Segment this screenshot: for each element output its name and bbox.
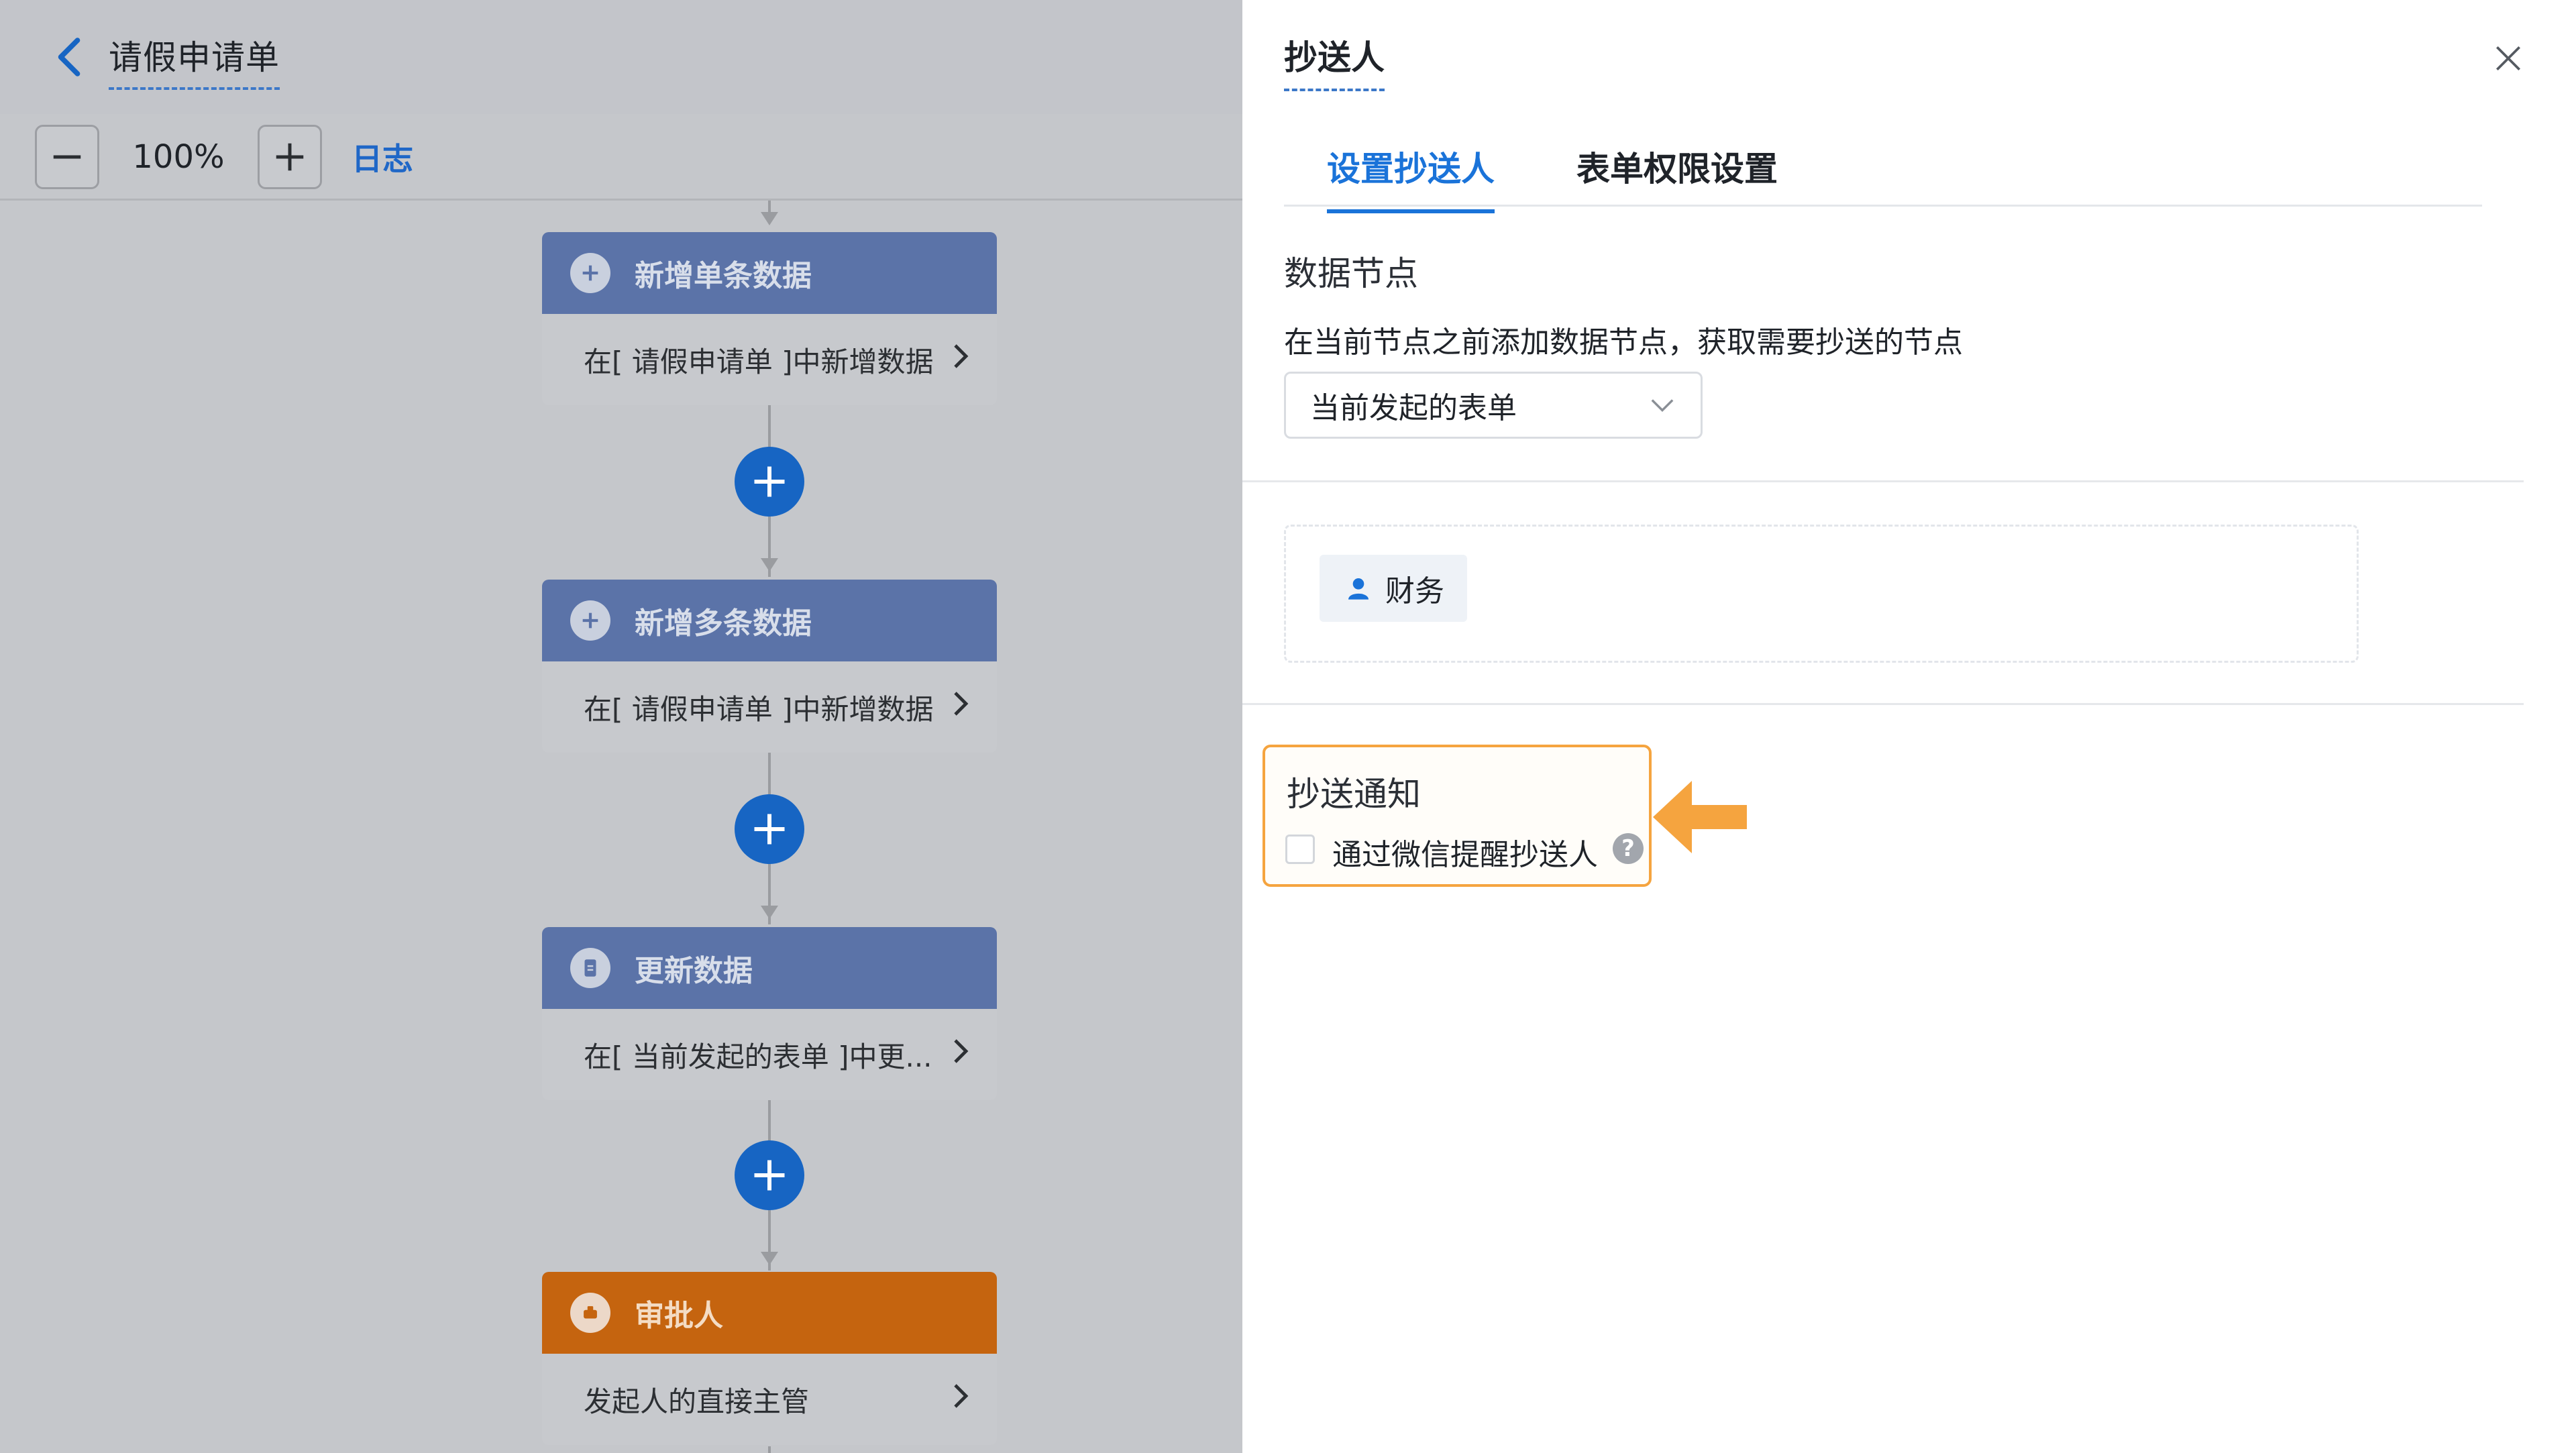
panel-title[interactable]: 抄送人 (1284, 31, 1385, 91)
question-icon[interactable]: ? (1613, 833, 1644, 864)
flow-connector (768, 1446, 771, 1453)
flow-node-add-multiple[interactable]: 新增多条数据 在[ 请假申请单 ]中新增数据 (542, 580, 997, 753)
toolbar-divider (0, 199, 1242, 201)
tab-form-permissions[interactable]: 表单权限设置 (1576, 142, 1778, 209)
minus-icon (53, 155, 81, 159)
flow-node-add-single[interactable]: 新增单条数据 在[ 请假申请单 ]中新增数据 (542, 232, 997, 405)
node-body[interactable]: 在[ 请假申请单 ]中新增数据 (542, 661, 997, 753)
workflow-canvas: 请假申请单 100% 日志 新增单条数据 在[请假申请单]中新增数据 新增多… (0, 0, 1242, 1453)
user-icon (1348, 578, 1368, 600)
zoom-in-button[interactable] (258, 125, 322, 189)
chevron-left-icon (58, 38, 80, 76)
section-divider (1242, 480, 2524, 482)
chevron-right-icon (951, 1383, 970, 1416)
plus-circle-icon (570, 253, 610, 293)
node-detail: 在[ 请假申请单 ]中新增数据 (584, 692, 934, 726)
form-title[interactable]: 请假申请单 (109, 31, 280, 90)
recipient-chip[interactable]: 财务 (1320, 555, 1467, 622)
plus-icon (276, 143, 304, 171)
node-body[interactable]: 在[ 当前发起的表单 ]中更... (542, 1009, 997, 1100)
node-detail: 发起人的直接主管 (584, 1385, 810, 1418)
plus-icon (754, 814, 785, 845)
zoom-out-button[interactable] (35, 125, 99, 189)
node-body[interactable]: 在[ 请假申请单 ]中新增数据 (542, 314, 997, 405)
log-link[interactable]: 日志 (352, 135, 413, 179)
notify-title: 抄送通知 (1287, 775, 1421, 814)
back-button[interactable] (52, 35, 87, 79)
node-title: 审批人 (635, 1299, 723, 1333)
data-node-select[interactable]: 当前发起的表单 (1284, 372, 1703, 439)
wechat-notify-label[interactable]: 通过微信提醒抄送人 (1332, 830, 1598, 873)
flow-node-update-data[interactable]: 更新数据 在[ 当前发起的表单 ]中更... (542, 927, 997, 1100)
zoom-controls: 100% 日志 (35, 125, 413, 189)
data-node-label: 数据节点 (1284, 254, 1418, 293)
plus-circle-icon (570, 600, 610, 641)
document-icon (570, 948, 610, 988)
chevron-right-icon (951, 690, 970, 724)
approver-icon (570, 1293, 610, 1333)
flow-arrow (761, 906, 778, 919)
add-node-button[interactable] (735, 1140, 804, 1210)
arrow-left-icon (1653, 781, 1747, 853)
node-header: 审批人 (542, 1272, 997, 1354)
cc-settings-panel: 抄送人 设置抄送人 表单权限设置 数据节点 在当前节点之前添加数据节点，获取需要… (1242, 0, 2576, 1453)
chevron-right-icon (951, 1038, 970, 1071)
node-header: 新增单条数据 (542, 232, 997, 314)
flow-node-approver[interactable]: 审批人 发起人的直接主管 (542, 1272, 997, 1445)
select-value: 当前发起的表单 (1310, 391, 1517, 425)
cc-notify-section: 抄送通知 通过微信提醒抄送人 ? (1263, 745, 1652, 887)
close-button[interactable] (2491, 42, 2525, 75)
zoom-level: 100% (132, 138, 225, 176)
node-detail: 在[ 请假申请单 ]中新增数据 (584, 345, 934, 378)
data-node-description: 在当前节点之前添加数据节点，获取需要抄送的节点 (1284, 325, 1963, 360)
close-icon (2496, 46, 2520, 70)
tab-set-cc[interactable]: 设置抄送人 (1327, 142, 1495, 213)
plus-icon (754, 466, 785, 497)
plus-icon (754, 1160, 785, 1191)
panel-tabs: 设置抄送人 表单权限设置 (1284, 134, 2482, 213)
node-header: 更新数据 (542, 927, 997, 1009)
node-title: 更新数据 (635, 954, 753, 988)
flow-arrow (761, 1252, 778, 1265)
chevron-down-icon (1651, 399, 1674, 413)
add-node-button[interactable] (735, 447, 804, 517)
section-divider (1242, 703, 2524, 705)
wechat-notify-checkbox[interactable] (1285, 835, 1315, 864)
app-root: 请假申请单 100% 日志 新增单条数据 在[请假申请单]中新增数据 新增多… (0, 0, 2576, 1453)
chevron-right-icon (951, 343, 970, 376)
node-title: 新增单条数据 (635, 259, 812, 293)
flow-arrow (761, 558, 778, 572)
add-node-button[interactable] (735, 794, 804, 864)
node-detail: 在[ 当前发起的表单 ]中更... (584, 1040, 932, 1073)
node-header: 新增多条数据 (542, 580, 997, 661)
recipient-name: 财务 (1385, 574, 1444, 608)
node-title: 新增多条数据 (635, 606, 812, 641)
flow-arrow (761, 212, 778, 225)
recipient-list[interactable]: 财务 (1284, 525, 2359, 663)
node-body[interactable]: 发起人的直接主管 (542, 1354, 997, 1445)
